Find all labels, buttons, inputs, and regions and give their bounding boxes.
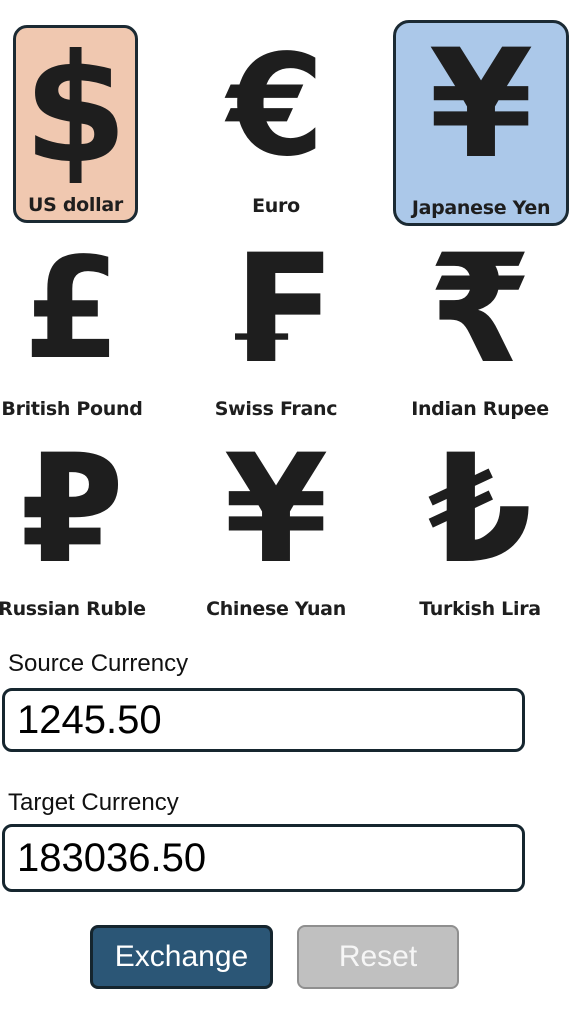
currency-name: Euro — [252, 195, 300, 217]
currency-name: Japanese Yen — [411, 197, 551, 219]
franc-icon: ₣ — [223, 223, 329, 397]
currency-name: Turkish Lira — [419, 598, 541, 620]
yuan-icon: ¥ — [223, 423, 329, 597]
currency-tile-indian-rupee[interactable]: ₹ Indian Rupee — [386, 228, 574, 424]
currency-tile-us-dollar[interactable]: $ US dollar — [13, 25, 138, 223]
currency-name: Chinese Yuan — [206, 598, 346, 620]
currency-tile-euro[interactable]: € Euro — [182, 25, 370, 221]
source-currency-label: Source Currency — [8, 650, 189, 677]
currency-name: Indian Rupee — [411, 398, 549, 420]
currency-tile-turkish-lira[interactable]: ₺ Turkish Lira — [386, 428, 574, 624]
currency-name: US dollar — [28, 194, 123, 216]
reset-button[interactable]: Reset — [297, 925, 459, 989]
currency-tile-british-pound[interactable]: £ British Pound — [0, 228, 166, 424]
target-amount-input[interactable] — [2, 824, 525, 892]
pound-icon: £ — [23, 228, 121, 391]
currency-name: British Pound — [1, 398, 143, 420]
yen-icon: ¥ — [428, 18, 534, 192]
ruble-icon: ₽ — [19, 423, 125, 597]
currency-tile-swiss-franc[interactable]: ₣ Swiss Franc — [182, 228, 370, 424]
currency-name: Swiss Franc — [214, 398, 338, 420]
currency-tile-russian-ruble[interactable]: ₽ Russian Ruble — [0, 428, 166, 624]
target-currency-label: Target Currency — [8, 789, 179, 816]
euro-icon: € — [227, 25, 325, 188]
rupee-icon: ₹ — [427, 223, 533, 397]
lira-icon: ₺ — [427, 423, 533, 597]
source-amount-input[interactable] — [2, 688, 525, 752]
currency-tile-chinese-yuan[interactable]: ¥ Chinese Yuan — [182, 428, 370, 624]
currency-tile-japanese-yen[interactable]: ¥ Japanese Yen — [393, 20, 569, 226]
dollar-icon: $ — [23, 23, 128, 197]
currency-name: Russian Ruble — [0, 598, 146, 620]
exchange-button[interactable]: Exchange — [90, 925, 273, 989]
